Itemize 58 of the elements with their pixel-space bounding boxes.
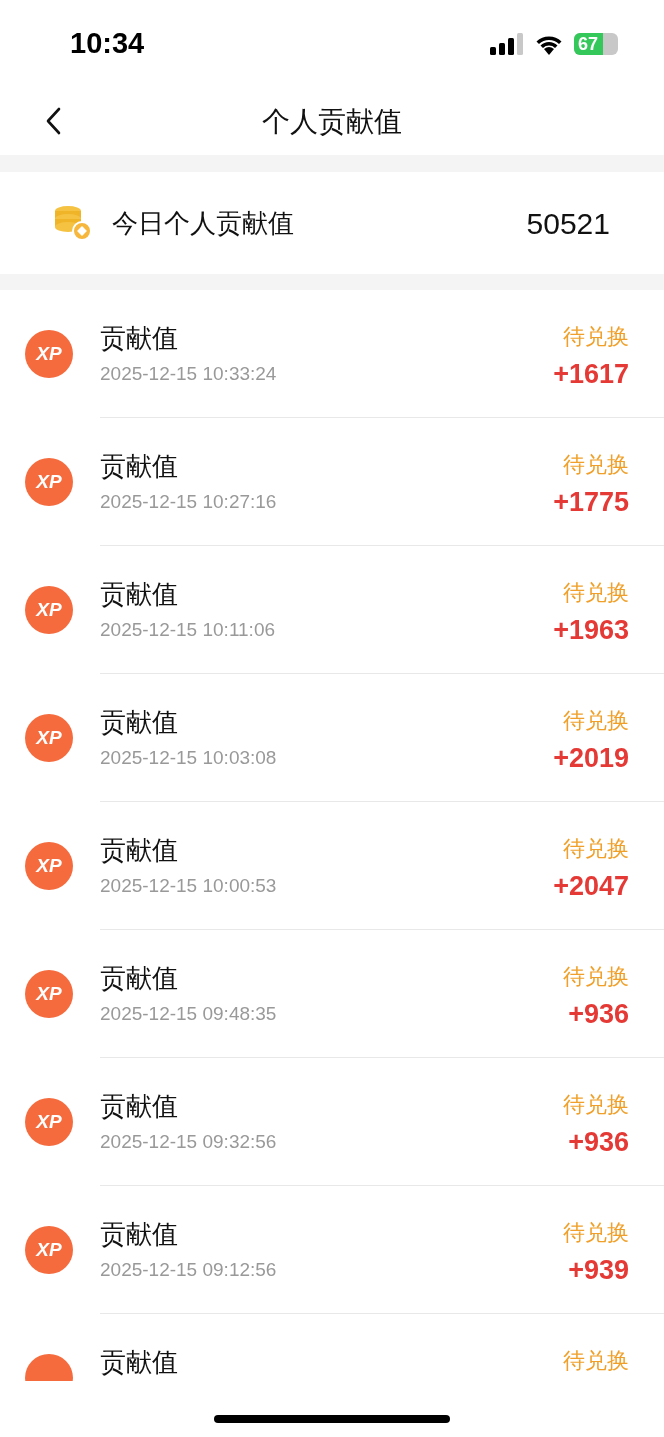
- record-time: 2025-12-15 09:12:56: [100, 1258, 277, 1282]
- record-title: 贡献值: [100, 578, 179, 611]
- xp-badge: XP: [25, 458, 73, 506]
- record-time: 2025-12-15 10:27:16: [100, 490, 277, 514]
- record-status: 待兑换: [563, 451, 629, 479]
- record-amount: +936: [568, 1128, 629, 1156]
- record-title: 贡献值: [100, 1218, 179, 1251]
- record-title: 贡献值: [100, 834, 179, 867]
- record-row[interactable]: XP 贡献值 2025-12-15 10:11:06 待兑换 +1963: [0, 546, 664, 674]
- record-status: 待兑换: [563, 963, 629, 991]
- record-title: 贡献值: [100, 1346, 178, 1379]
- record-time: 2025-12-15 10:33:24: [100, 362, 277, 386]
- record-amount: +2047: [553, 872, 629, 900]
- record-title: 贡献值: [100, 322, 179, 355]
- record-row[interactable]: XP 贡献值 2025-12-15 10:27:16 待兑换 +1775: [0, 418, 664, 546]
- record-row[interactable]: XP 贡献值 2025-12-15 10:00:53 待兑换 +2047: [0, 802, 664, 930]
- record-amount: +939: [568, 1256, 629, 1284]
- record-status: 待兑换: [563, 707, 629, 735]
- record-title: 贡献值: [100, 1090, 179, 1123]
- record-status: 待兑换: [563, 1219, 629, 1247]
- record-time: 2025-12-15 09:48:35: [100, 1002, 277, 1026]
- xp-badge: XP: [25, 842, 73, 890]
- record-title: 贡献值: [100, 450, 179, 483]
- xp-badge: XP: [25, 970, 73, 1018]
- record-amount: +1775: [553, 488, 629, 516]
- record-row[interactable]: XP 贡献值 2025-12-15 09:12:56 待兑换 +939: [0, 1186, 664, 1314]
- page-title: 个人贡献值: [262, 104, 402, 139]
- xp-badge: XP: [25, 586, 73, 634]
- record-title: 贡献值: [100, 962, 179, 995]
- record-time: 2025-12-15 09:32:56: [100, 1130, 277, 1154]
- record-row[interactable]: XP 贡献值 2025-12-15 10:03:08 待兑换 +2019: [0, 674, 664, 802]
- xp-badge: XP: [25, 1226, 73, 1274]
- record-status: 待兑换: [563, 1091, 629, 1119]
- record-row[interactable]: XP 贡献值 2025-12-15 10:33:24 待兑换 +1617: [0, 290, 664, 418]
- record-amount: +2019: [553, 744, 629, 772]
- record-amount: +1617: [553, 360, 629, 388]
- xp-badge: XP: [25, 330, 73, 378]
- xp-badge: XP: [25, 714, 73, 762]
- coin-stack-icon: [54, 205, 92, 241]
- record-time: 2025-12-15 10:11:06: [100, 618, 276, 642]
- wifi-icon: [534, 33, 564, 55]
- record-status: 待兑换: [563, 579, 629, 607]
- record-status: 待兑换: [563, 835, 629, 863]
- xp-badge: XP: [25, 1098, 73, 1146]
- record-status: 待兑换: [563, 1347, 629, 1375]
- record-time: 2025-12-15 10:00:53: [100, 874, 277, 898]
- summary-value: 50521: [526, 205, 610, 242]
- record-row[interactable]: XP 贡献值 2025-12-15 09:48:35 待兑换 +936: [0, 930, 664, 1058]
- record-status: 待兑换: [563, 323, 629, 351]
- battery-icon: 67: [574, 33, 618, 55]
- record-row[interactable]: XP 贡献值 2025-12-15 09:32:56 待兑换 +936: [0, 1058, 664, 1186]
- record-time: 2025-12-15 10:03:08: [100, 746, 277, 770]
- status-time: 10:34: [70, 26, 145, 62]
- summary-label: 今日个人贡献值: [112, 206, 294, 240]
- record-amount: +1963: [553, 616, 629, 644]
- record-amount: +936: [568, 1000, 629, 1028]
- record-title: 贡献值: [100, 706, 179, 739]
- signal-icon: [490, 33, 524, 55]
